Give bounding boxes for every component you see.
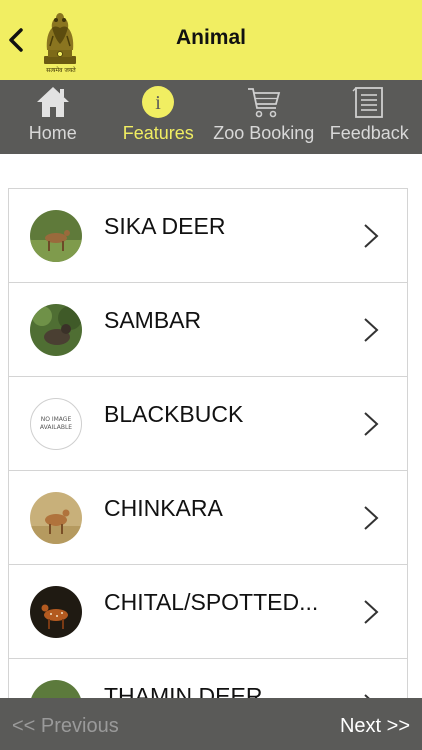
top-bar: सत्यमेव जयते Animal <box>0 0 422 80</box>
cart-icon <box>247 88 280 118</box>
tab-features[interactable]: i Features <box>106 80 212 154</box>
tab-features-label: Features <box>122 123 194 143</box>
animal-name: CHINKARA <box>104 495 223 521</box>
list-item[interactable]: CHITAL/SPOTTED... <box>8 565 408 659</box>
tab-zoo-booking-label: Zoo Booking <box>213 123 315 143</box>
animal-list: SIKA DEER SAMBAR NO IMAGE AVAILABLE BLAC… <box>8 188 408 699</box>
info-icon: i <box>142 86 175 118</box>
svg-text:i: i <box>155 92 161 114</box>
tab-bar: Home i Features Zoo Booking Feedback <box>0 80 422 154</box>
next-button[interactable]: Next >> <box>340 715 410 738</box>
list-item[interactable]: SIKA DEER <box>8 189 408 283</box>
animal-name: BLACKBUCK <box>104 401 244 427</box>
chevron-right-icon <box>364 412 379 436</box>
animal-name: SIKA DEER <box>104 213 226 239</box>
animal-name: SAMBAR <box>104 307 202 333</box>
animal-name: CHITAL/SPOTTED... <box>104 589 319 615</box>
chevron-right-icon <box>364 318 379 342</box>
sambar-photo <box>30 304 82 356</box>
previous-button[interactable]: << Previous <box>12 715 119 738</box>
tab-zoo-booking[interactable]: Zoo Booking <box>211 80 317 154</box>
chevron-right-icon <box>364 600 379 624</box>
tab-home[interactable]: Home <box>0 80 106 154</box>
list-item[interactable]: CHINKARA <box>8 471 408 565</box>
emblem-motto: सत्यमेव जयते <box>46 67 76 74</box>
chinkara-photo <box>30 492 82 544</box>
thamin-deer-photo <box>30 680 82 699</box>
tab-feedback-label: Feedback <box>329 123 409 143</box>
chevron-right-icon <box>364 224 379 248</box>
animal-name: THAMIN DEER <box>104 683 263 699</box>
pagination-bar: << Previous Next >> <box>0 698 422 750</box>
list-item[interactable]: THAMIN DEER <box>8 659 408 699</box>
feedback-icon <box>352 87 384 118</box>
chital-photo <box>30 586 82 638</box>
list-item[interactable]: NO IMAGE AVAILABLE BLACKBUCK <box>8 377 408 471</box>
chevron-right-icon <box>364 506 379 530</box>
tab-home-label: Home <box>28 123 77 143</box>
list-item[interactable]: SAMBAR <box>8 283 408 377</box>
sika-deer-photo <box>30 210 82 262</box>
no-image-placeholder: NO IMAGE AVAILABLE <box>30 398 82 450</box>
tab-feedback[interactable]: Feedback <box>317 80 422 154</box>
page-title: Animal <box>175 26 246 49</box>
home-icon <box>36 87 69 117</box>
